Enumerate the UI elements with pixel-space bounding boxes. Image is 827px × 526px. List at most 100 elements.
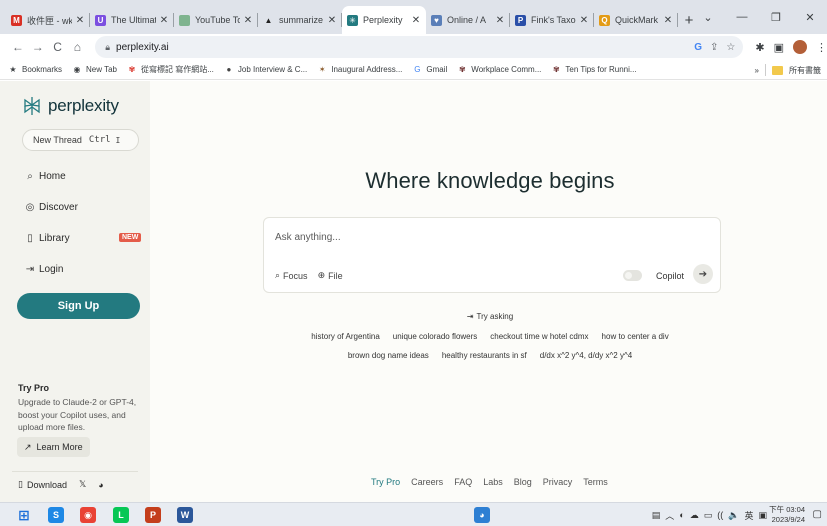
bookmark-item[interactable]: ✾ Workplace Comm... <box>457 65 541 75</box>
bookmark-item[interactable]: ● Job Interview & C... <box>224 65 307 75</box>
suggestion-chip[interactable]: healthy restaurants in sf <box>442 351 527 360</box>
download-link[interactable]: ▯ Download <box>18 479 67 490</box>
discord-icon[interactable]: ◕ <box>98 480 103 490</box>
footer-link[interactable]: Privacy <box>543 477 573 487</box>
footer-link[interactable]: Terms <box>583 477 608 487</box>
reload-icon[interactable]: C <box>48 40 68 54</box>
bookmarks-divider <box>765 64 766 76</box>
browser-tab[interactable]: P Fink's Taxo ✕ <box>510 6 594 34</box>
tray-icon[interactable]: ◐ <box>679 510 684 520</box>
close-icon[interactable]: ✕ <box>411 15 421 26</box>
browser-tab[interactable]: YouTube To ✕ <box>174 6 258 34</box>
browser-tab[interactable]: ▲ summarize ✕ <box>258 6 342 34</box>
bookmark-item[interactable]: ✾ 從寫標記 寫作網站... <box>127 64 214 75</box>
x-twitter-icon[interactable]: 𝕏 <box>79 479 86 490</box>
skype-icon[interactable]: S <box>48 507 64 523</box>
search-input[interactable]: Ask anything... <box>275 232 341 243</box>
home-browser-icon[interactable]: ⌂ <box>67 40 87 54</box>
learn-more-button[interactable]: ↗ Learn More <box>17 437 90 457</box>
suggestion-chip[interactable]: how to center a div <box>602 332 669 341</box>
copilot-toggle[interactable] <box>622 270 642 281</box>
bookmark-item[interactable]: G Gmail <box>412 65 447 75</box>
notification-icon[interactable]: ▢ <box>813 509 822 520</box>
close-icon[interactable]: ✕ <box>495 15 505 26</box>
browser-tab[interactable]: ✳ Perplexity ✕ <box>342 6 426 34</box>
browser-tab[interactable]: U The Ultimate✕ <box>90 6 174 34</box>
close-icon[interactable]: ✕ <box>159 15 169 26</box>
sidepanel-icon[interactable]: ▣ <box>774 41 784 54</box>
suggestion-chip[interactable]: unique colorado flowers <box>393 332 478 341</box>
browser-tab[interactable]: Q QuickMark ✕ <box>594 6 678 34</box>
tray-icon[interactable]: 🔈 <box>728 510 739 521</box>
window-close-icon[interactable]: ✕ <box>793 0 827 34</box>
extensions-icon[interactable]: ✱ <box>755 41 764 54</box>
suggestion-chip[interactable]: d/dx x^2 y^4, d/dy x^2 y^4 <box>540 351 632 360</box>
all-bookmarks-link[interactable]: 所有書籤 <box>789 65 821 76</box>
tray-icon[interactable]: ▭ <box>704 510 713 521</box>
chrome-icon[interactable]: ◉ <box>80 507 96 523</box>
windows-start-icon[interactable]: ⊞ <box>16 507 32 523</box>
forward-icon[interactable]: → <box>28 40 48 54</box>
suggestion-chip[interactable]: checkout time w hotel cdmx <box>490 332 588 341</box>
powerpoint-icon[interactable]: P <box>145 507 161 523</box>
sidebar-item-home[interactable]: ⌕ Home <box>24 170 66 182</box>
bookmark-star-icon[interactable]: ☆ <box>726 42 735 53</box>
google-translate-icon[interactable]: G <box>694 42 702 53</box>
tray-icon[interactable]: ▤ <box>652 510 661 521</box>
tray-icon[interactable]: 英 <box>744 509 753 522</box>
footer-link[interactable]: Blog <box>514 477 532 487</box>
sidebar-item-label: Login <box>39 263 64 275</box>
maximize-icon[interactable]: ❐ <box>759 0 793 34</box>
footer-link[interactable]: Careers <box>411 477 443 487</box>
address-bar[interactable]: 🔒︎ perplexity.ai G ⇪ ☆ <box>95 36 744 58</box>
sidebar-item-login[interactable]: ⇥ Login <box>24 263 64 275</box>
suggestion-chip[interactable]: brown dog name ideas <box>348 351 429 360</box>
browser-tab[interactable]: ♥ Online / A ✕ <box>426 6 510 34</box>
bookmark-item[interactable]: ★ Bookmarks <box>8 65 62 75</box>
clock[interactable]: 下午 03:04 2023/9/24 <box>769 505 805 525</box>
browser-tab[interactable]: M 收件匣 - wk ✕ <box>6 6 90 34</box>
sign-up-button[interactable]: Sign Up <box>17 293 140 319</box>
tray-icon[interactable]: ︿ <box>665 509 674 522</box>
close-icon[interactable]: ✕ <box>663 15 673 26</box>
new-thread-button[interactable]: New Thread Ctrl I <box>22 129 139 151</box>
sidebar-item-discover[interactable]: ◎ Discover <box>24 201 78 213</box>
focus-button[interactable]: ⌕ Focus <box>275 270 308 281</box>
menu-icon[interactable]: ⋮ <box>816 41 827 54</box>
close-icon[interactable]: ✕ <box>243 15 253 26</box>
bookmark-label: Gmail <box>426 65 448 74</box>
lock-icon[interactable]: 🔒︎ <box>105 42 110 53</box>
file-label: File <box>328 270 343 281</box>
tray-icon[interactable]: (( <box>717 510 723 520</box>
close-icon[interactable]: ✕ <box>327 15 337 26</box>
close-icon[interactable]: ✕ <box>579 15 589 26</box>
line-icon[interactable]: L <box>113 507 129 523</box>
share-icon[interactable]: ⇪ <box>710 42 718 53</box>
bookmark-item[interactable]: ◉ New Tab <box>72 65 117 75</box>
minimize-icon[interactable]: — <box>725 0 759 34</box>
sidebar-item-library[interactable]: ▯ Library <box>24 232 69 244</box>
back-icon[interactable]: ← <box>8 40 28 54</box>
search-box[interactable]: Ask anything... ⌕ Focus ⊕ File Copilot ➔ <box>263 217 721 293</box>
suggestion-chip[interactable]: history of Argentina <box>311 332 379 341</box>
bookmark-item[interactable]: ✾ Ten Tips for Runni... <box>551 65 637 75</box>
submit-arrow-icon[interactable]: ➔ <box>693 264 713 284</box>
tray-icon[interactable]: ☁ <box>690 510 699 521</box>
profile-avatar[interactable] <box>792 40 807 54</box>
tray-icon[interactable]: ▣ <box>758 510 767 521</box>
footer-link[interactable]: FAQ <box>454 477 472 487</box>
tab-search-icon[interactable]: ⌄ <box>691 0 725 34</box>
perplexity-logo[interactable]: perplexity <box>22 96 119 116</box>
bookmark-item[interactable]: ✶ Inaugural Address... <box>317 65 403 75</box>
close-icon[interactable]: ✕ <box>75 15 85 26</box>
library-icon: ▯ <box>27 232 33 244</box>
try-asking-heading: ⇥ Try asking <box>150 312 827 321</box>
footer-link[interactable]: Try Pro <box>371 477 400 487</box>
word-icon[interactable]: W <box>177 507 193 523</box>
sidebar-item-label: Discover <box>39 201 78 213</box>
file-button[interactable]: ⊕ File <box>318 270 343 281</box>
footer-link[interactable]: Labs <box>483 477 503 487</box>
app-center-icon[interactable]: ◕ <box>474 507 490 523</box>
clock-time: 下午 03:04 <box>769 505 805 514</box>
bookmarks-overflow-icon[interactable]: » <box>755 66 759 75</box>
